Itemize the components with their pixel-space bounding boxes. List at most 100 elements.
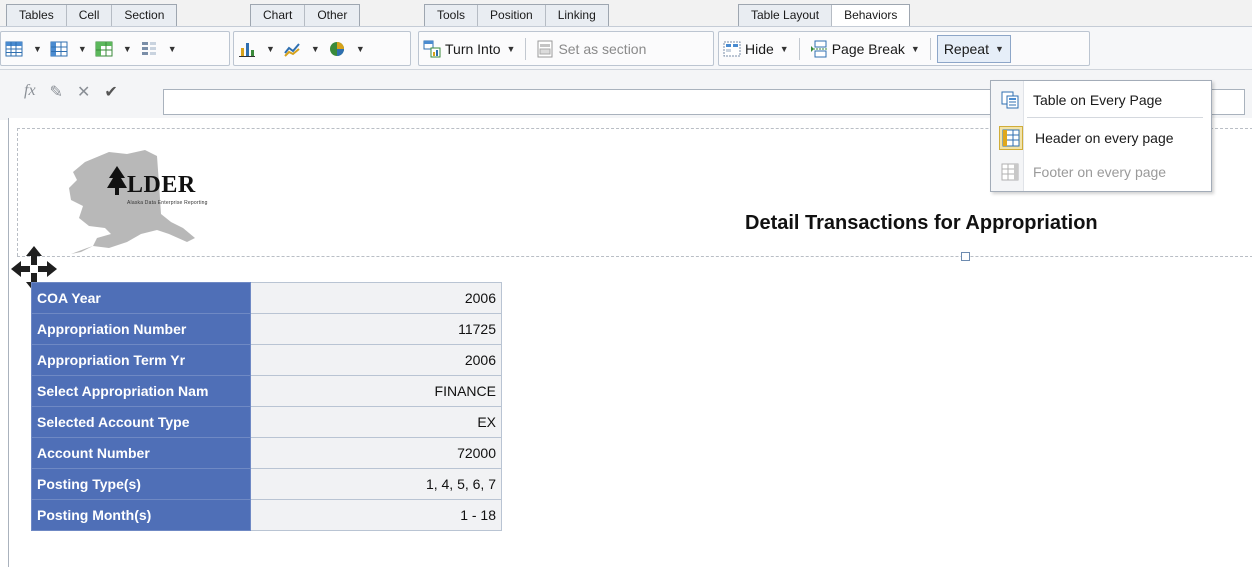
- resize-handle[interactable]: [961, 252, 970, 261]
- table-cell[interactable]: 72000: [250, 437, 502, 469]
- tab-cell[interactable]: Cell: [67, 5, 113, 27]
- tab-chart[interactable]: Chart: [251, 5, 306, 27]
- set-as-section-button[interactable]: Set as section: [532, 36, 650, 62]
- table-cell[interactable]: 11725: [250, 313, 502, 345]
- tab-group-table-layout: Table Layout Behaviors: [738, 4, 911, 27]
- ribbon-tab-row: Tables Cell Section Chart Other Tools Po…: [0, 0, 1252, 27]
- table-row[interactable]: Posting Month(s) 1 - 18: [31, 499, 502, 531]
- chevron-down-icon[interactable]: ▼: [33, 44, 42, 54]
- function-icon[interactable]: fx: [24, 82, 36, 102]
- table-cell[interactable]: FINANCE: [250, 375, 502, 407]
- table-cell[interactable]: 2006: [250, 344, 502, 376]
- table-row[interactable]: Select Appropriation Nam FINANCE: [31, 375, 502, 407]
- alaska-map-icon: [69, 150, 195, 254]
- chevron-down-icon[interactable]: ▼: [123, 44, 132, 54]
- tab-tools[interactable]: Tools: [425, 5, 479, 27]
- tab-group-chart: Chart Other: [250, 4, 361, 27]
- hide-icon: [723, 41, 741, 56]
- chevron-down-icon[interactable]: ▼: [266, 44, 275, 54]
- table-row[interactable]: Account Number 72000: [31, 437, 502, 469]
- page-break-label: Page Break: [831, 40, 905, 57]
- table-tools-panel: ▼ ▼ ▼ ▼: [0, 31, 230, 66]
- table-cell[interactable]: 1, 4, 5, 6, 7: [250, 468, 502, 500]
- ribbon-toolbar: ▼ ▼ ▼ ▼ ▼ ▼ ▼ Turn Into ▼ Set as section…: [0, 26, 1252, 69]
- logo-subtitle: Alaska Data Enterprise Reporting: [127, 200, 208, 206]
- pie-chart-icon: [329, 41, 344, 56]
- repeat-dropdown-menu: Table on Every Page Header on every page…: [990, 80, 1212, 192]
- table-header-cell[interactable]: Posting Month(s): [31, 499, 251, 531]
- page-header-bottom-border: [17, 256, 1252, 257]
- bar-chart-button[interactable]: ▼: [234, 36, 279, 62]
- tab-behaviors[interactable]: Behaviors: [832, 5, 910, 27]
- chevron-down-icon[interactable]: ▼: [780, 44, 789, 54]
- formula-editor-icon[interactable]: ✎: [50, 82, 63, 102]
- menu-item-table-on-every-page[interactable]: Table on Every Page: [993, 85, 1209, 115]
- turn-into-label: Turn Into: [445, 40, 501, 57]
- repeat-button[interactable]: Repeat ▼: [936, 34, 1011, 63]
- tab-tables[interactable]: Tables: [7, 5, 67, 27]
- table-header-cell[interactable]: Appropriation Term Yr: [31, 344, 251, 376]
- page-break-button[interactable]: Page Break ▼: [806, 36, 924, 62]
- header-every-page-icon: [999, 126, 1023, 150]
- tools-panel: Turn Into ▼ Set as section: [418, 31, 714, 66]
- tab-linking[interactable]: Linking: [546, 5, 608, 27]
- chevron-down-icon[interactable]: ▼: [78, 44, 87, 54]
- toolbar-separator: [798, 37, 800, 60]
- report-title[interactable]: Detail Transactions for Appropriation: [745, 212, 1098, 235]
- line-chart-button[interactable]: ▼: [279, 36, 324, 62]
- chevron-down-icon[interactable]: ▼: [356, 44, 365, 54]
- tab-group-tools: Tools Position Linking: [424, 4, 609, 27]
- table-cell[interactable]: EX: [250, 406, 502, 438]
- cancel-formula-icon[interactable]: ✕: [77, 82, 90, 102]
- turn-into-button[interactable]: Turn Into ▼: [419, 36, 519, 62]
- formula-bar-icons: fx ✎ ✕ ✔: [24, 82, 118, 102]
- crosstab-button[interactable]: ▼: [91, 36, 136, 62]
- appropriation-detail-table[interactable]: COA Year 2006 Appropriation Number 11725…: [31, 282, 502, 531]
- vertical-table-icon: [50, 41, 68, 56]
- table-row[interactable]: Appropriation Number 11725: [31, 313, 502, 345]
- toolbar-separator: [929, 37, 931, 60]
- table-header-cell[interactable]: Posting Type(s): [31, 468, 251, 500]
- table-header-cell[interactable]: Selected Account Type: [31, 406, 251, 438]
- menu-separator: [1027, 117, 1203, 118]
- table-header-cell[interactable]: Select Appropriation Nam: [31, 375, 251, 407]
- table-every-page-icon: [999, 89, 1021, 111]
- menu-item-header-on-every-page[interactable]: Header on every page: [993, 123, 1209, 153]
- chevron-down-icon[interactable]: ▼: [311, 44, 320, 54]
- tab-table-layout[interactable]: Table Layout: [739, 5, 833, 27]
- horizontal-table-button[interactable]: ▼: [1, 36, 46, 62]
- chevron-down-icon[interactable]: ▼: [507, 44, 516, 54]
- set-as-section-icon: [537, 40, 553, 57]
- validate-formula-icon[interactable]: ✔: [104, 82, 117, 102]
- form-table-button[interactable]: ▼: [136, 36, 181, 62]
- turn-into-icon: [423, 40, 441, 57]
- vertical-table-button[interactable]: ▼: [46, 36, 91, 62]
- chart-tools-panel: ▼ ▼ ▼: [233, 31, 411, 66]
- table-header-cell[interactable]: Appropriation Number: [31, 313, 251, 345]
- table-row[interactable]: Appropriation Term Yr 2006: [31, 344, 502, 376]
- table-row[interactable]: Posting Type(s) 1, 4, 5, 6, 7: [31, 468, 502, 500]
- form-table-icon: [141, 41, 156, 55]
- toolbar-separator: [525, 37, 527, 60]
- tab-position[interactable]: Position: [478, 5, 546, 27]
- tab-section[interactable]: Section: [112, 5, 176, 27]
- hide-label: Hide: [745, 40, 774, 57]
- repeat-label: Repeat: [943, 40, 989, 57]
- table-cell[interactable]: 1 - 18: [250, 499, 502, 531]
- pie-chart-button[interactable]: ▼: [324, 36, 369, 62]
- table-row[interactable]: Selected Account Type EX: [31, 406, 502, 438]
- menu-item-footer-on-every-page[interactable]: Footer on every page: [993, 157, 1209, 187]
- table-header-cell[interactable]: COA Year: [31, 282, 251, 314]
- chevron-down-icon[interactable]: ▼: [995, 44, 1004, 54]
- table-cell[interactable]: 2006: [250, 282, 502, 314]
- page-break-icon: [810, 40, 827, 57]
- tree-icon: [107, 166, 127, 195]
- horizontal-table-icon: [5, 41, 23, 56]
- table-row[interactable]: COA Year 2006: [31, 282, 502, 314]
- chevron-down-icon[interactable]: ▼: [911, 44, 920, 54]
- menu-item-label: Footer on every page: [1033, 164, 1167, 180]
- tab-other[interactable]: Other: [305, 5, 359, 27]
- hide-button[interactable]: Hide ▼: [719, 36, 793, 62]
- table-header-cell[interactable]: Account Number: [31, 437, 251, 469]
- chevron-down-icon[interactable]: ▼: [168, 44, 177, 54]
